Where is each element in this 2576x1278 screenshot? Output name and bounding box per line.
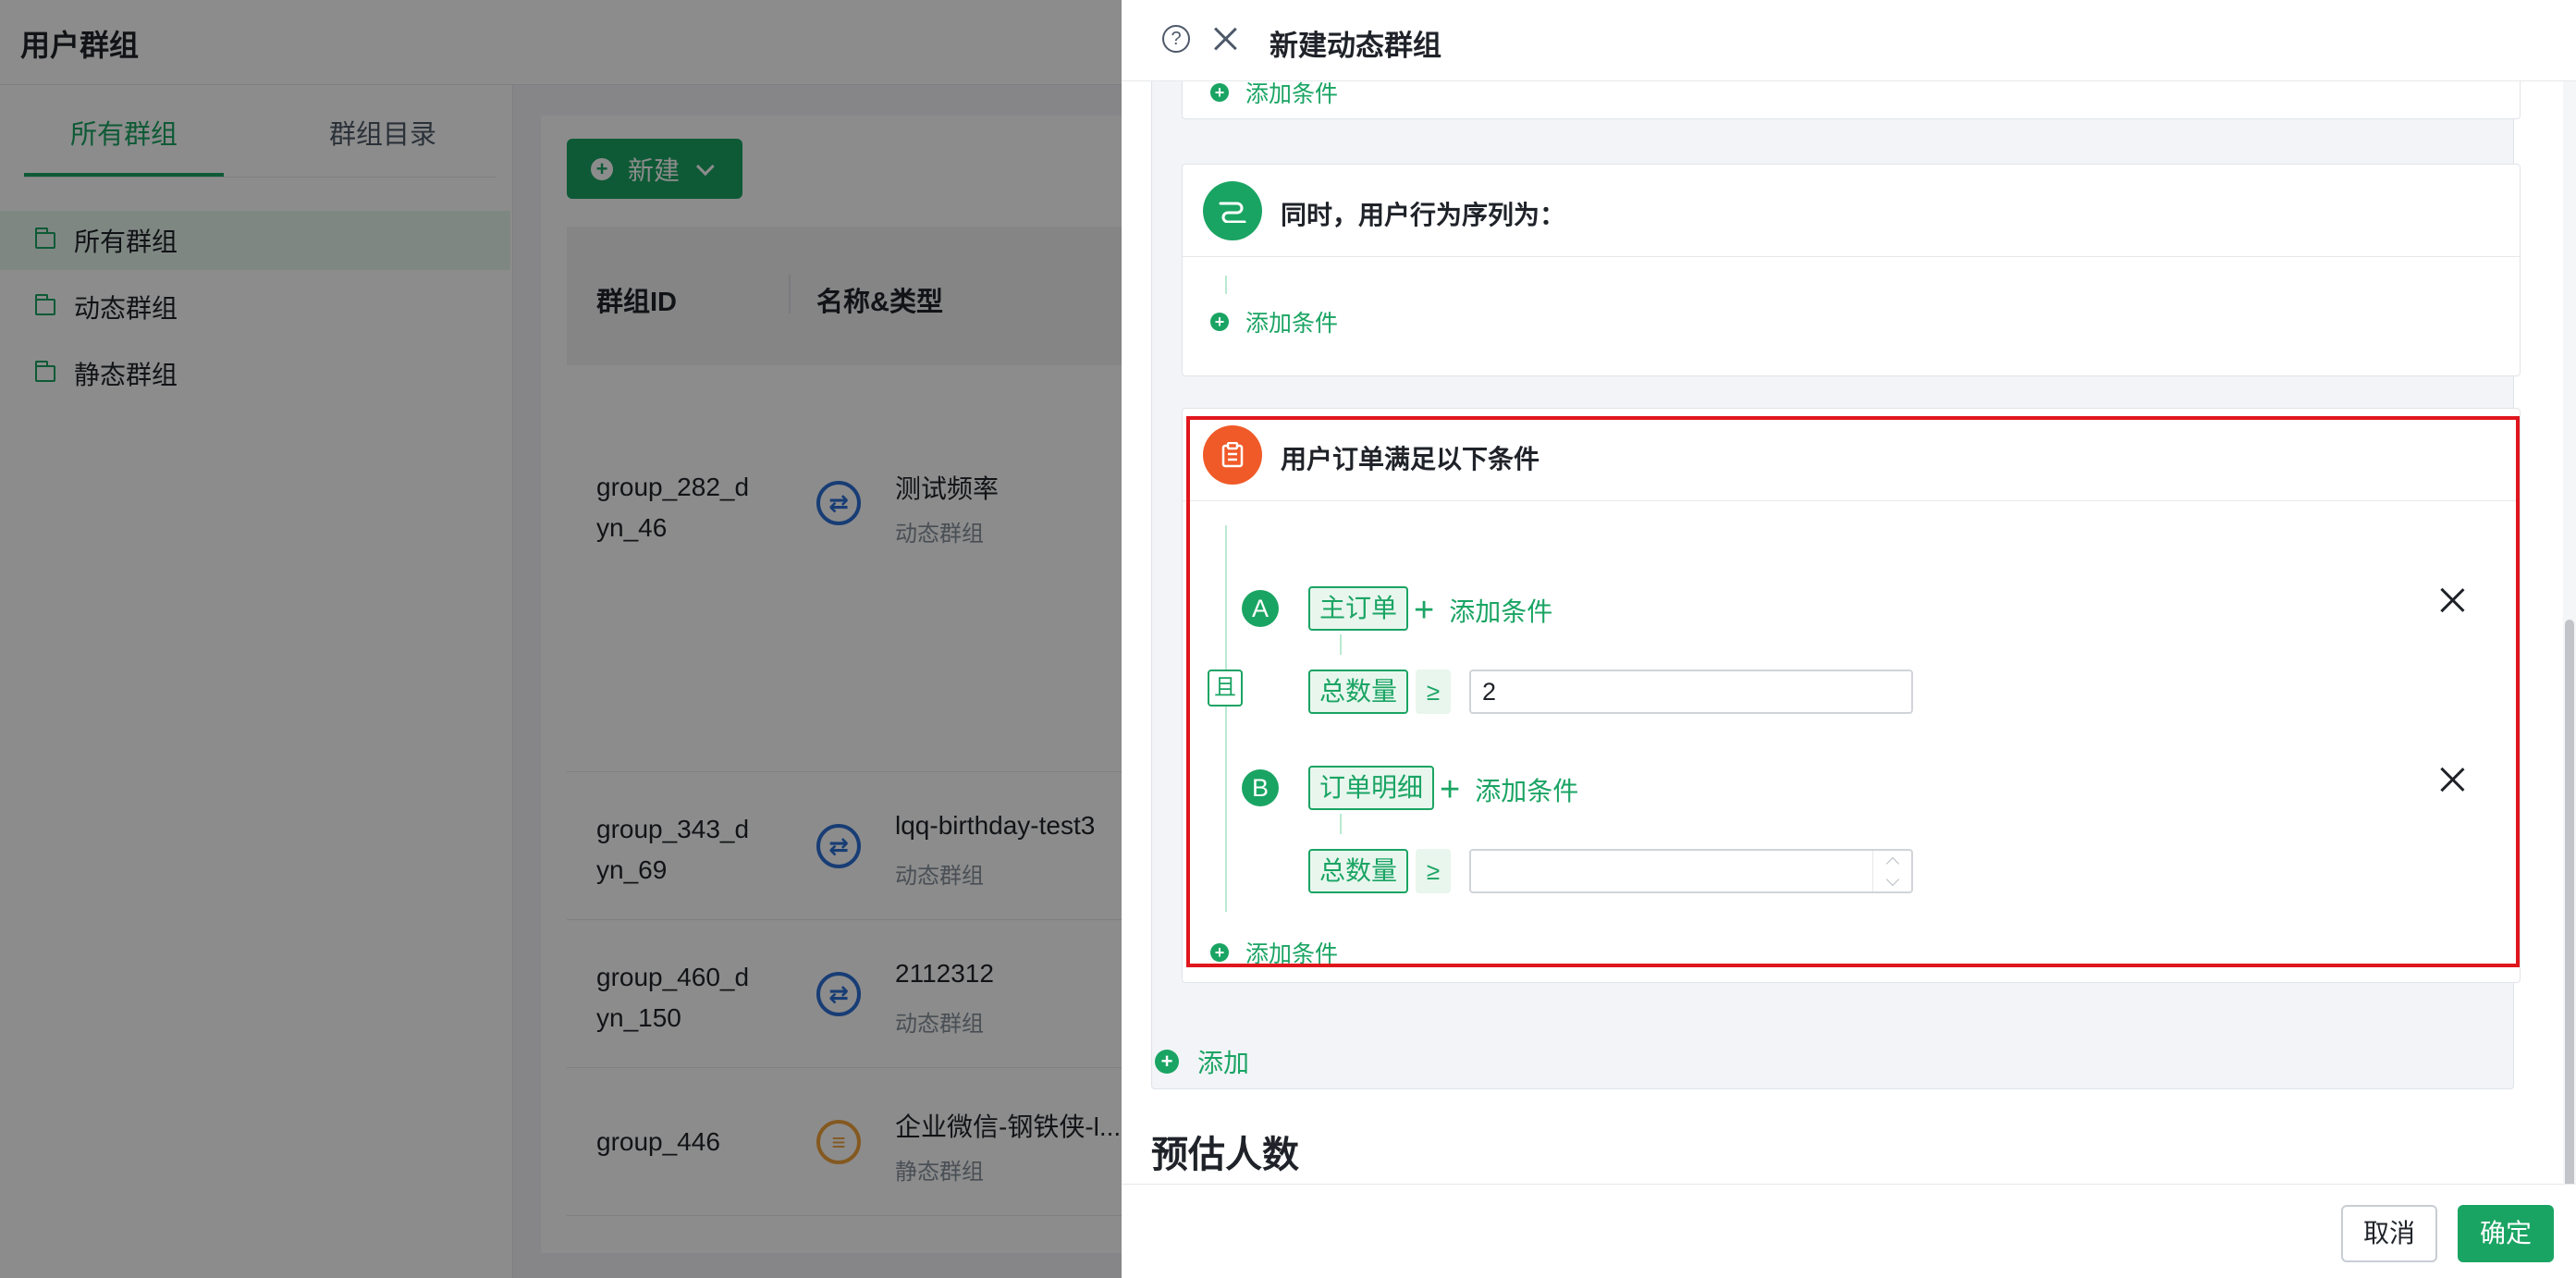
add-condition-button[interactable]: + 添加条件 [1210,81,1338,109]
confirm-button[interactable]: 确定 [2458,1205,2554,1262]
plus-circle-icon: + [1210,83,1229,102]
plus-circle-icon: + [1210,313,1229,331]
add-condition-label: 添加条件 [1245,81,1339,107]
highlight-box [1186,416,2520,967]
modal-overlay[interactable] [0,0,1122,1278]
estimate-section-title: 预估人数 [1151,1135,1299,1175]
drawer-footer: 取消 确定 [1122,1184,2576,1278]
behavior-sequence-card: 同时，用户行为序列为： + 添加条件 [1182,164,2521,376]
help-icon[interactable]: ? [1162,25,1190,53]
close-icon[interactable] [1207,20,1244,57]
user-attribute-card: + 添加条件 [1182,81,2521,119]
drawer-body: + 添加条件 同时，用户行为序列为： + 添加条件 用户订单满足以下条件 且 A… [1122,81,2576,1184]
add-rule-label: 添加 [1197,1049,1250,1077]
plus-circle-icon: + [1155,1050,1179,1074]
add-condition-label: 添加条件 [1245,311,1339,337]
card-title: 同时，用户行为序列为： [1281,201,1566,229]
card-header: 同时，用户行为序列为： [1183,165,2520,257]
cancel-button[interactable]: 取消 [2341,1205,2437,1262]
add-rule-button[interactable]: + 添加 [1155,1043,1249,1080]
add-condition-button[interactable]: + 添加条件 [1210,305,1338,338]
drawer-title: 新建动态群组 [1270,30,1441,62]
connector-line [1225,276,1227,294]
scrollbar-thumb[interactable] [2565,620,2574,1211]
scrollbar[interactable] [2563,81,2576,1211]
drawer-header: ? 新建动态群组 [1122,0,2576,81]
sequence-icon [1203,181,1262,240]
create-dynamic-group-drawer: ? 新建动态群组 + 添加条件 同时，用户行为序列为： + 添加条件 用户订单满… [1122,0,2576,1278]
